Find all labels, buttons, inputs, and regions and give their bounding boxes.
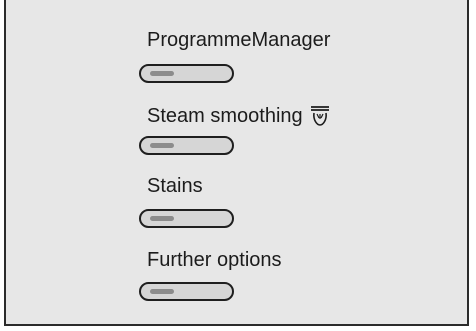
option-label: Stains bbox=[147, 174, 203, 198]
option-label-text: Further options bbox=[147, 249, 282, 271]
options-panel: ProgrammeManager Steam smoothing Stains bbox=[4, 0, 469, 326]
steam-iron-icon bbox=[310, 106, 329, 126]
toggle-knob bbox=[150, 71, 174, 76]
further-options-toggle[interactable] bbox=[139, 282, 234, 301]
stains-toggle[interactable] bbox=[139, 209, 234, 228]
option-label-text: Steam smoothing bbox=[147, 105, 303, 127]
option-label-text: ProgrammeManager bbox=[147, 29, 331, 51]
toggle-knob bbox=[150, 216, 174, 221]
option-label: Steam smoothing bbox=[147, 104, 331, 128]
option-label: Further options bbox=[147, 248, 282, 272]
programme-manager-toggle[interactable] bbox=[139, 64, 234, 83]
toggle-knob bbox=[150, 143, 174, 148]
toggle-knob bbox=[150, 289, 174, 294]
steam-smoothing-toggle[interactable] bbox=[139, 136, 234, 155]
option-label: ProgrammeManager bbox=[147, 28, 330, 52]
option-label-text: Stains bbox=[147, 175, 203, 197]
